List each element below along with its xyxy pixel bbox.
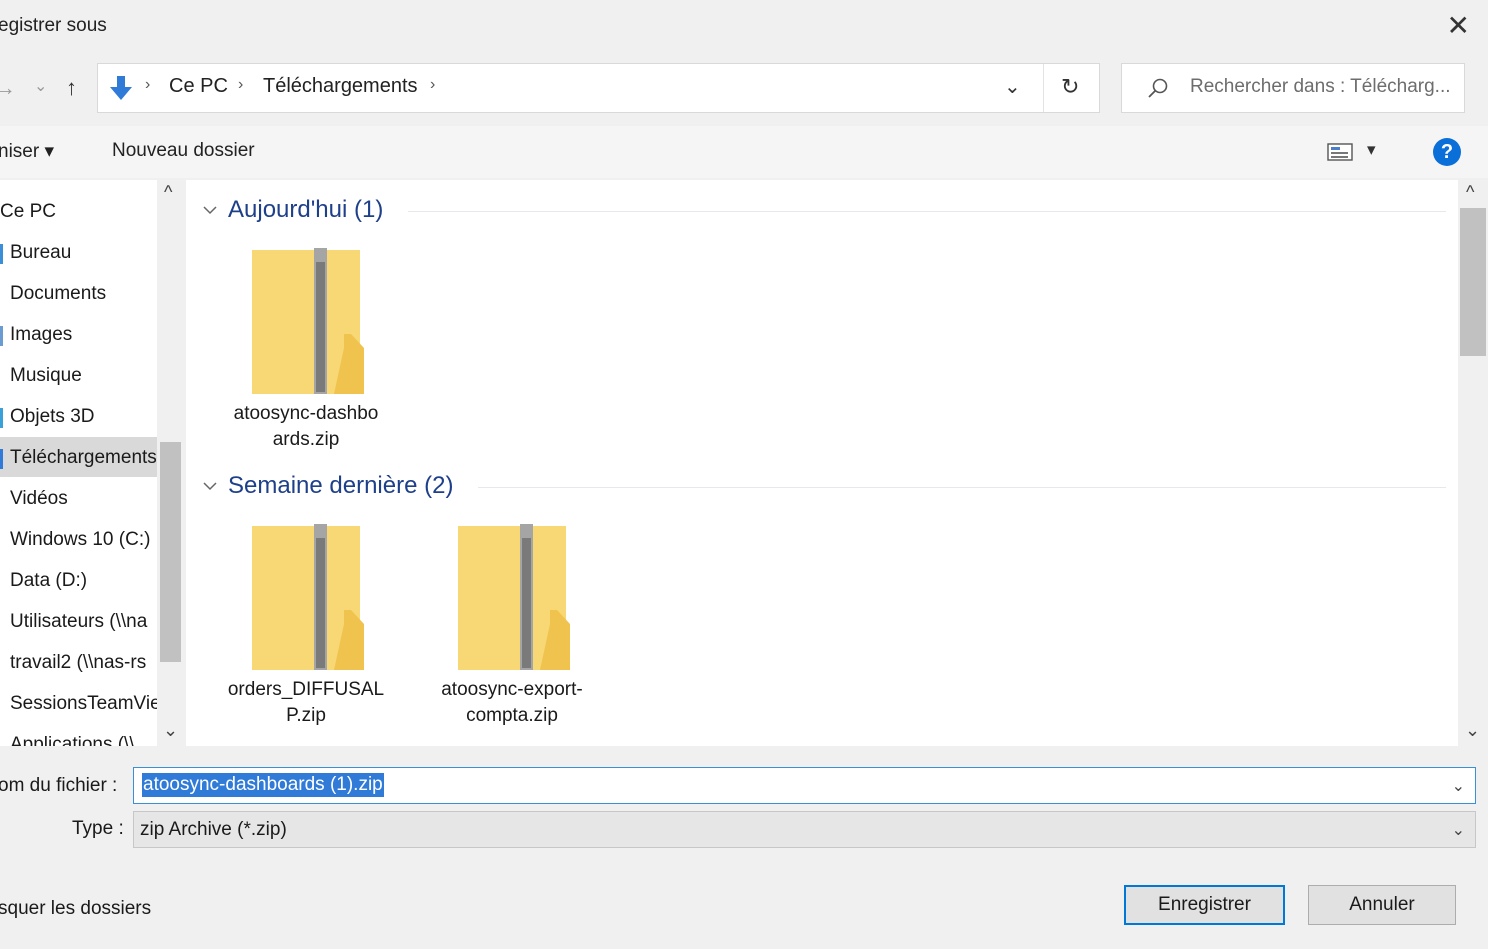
nav-item-sessionsteamviewer[interactable]: SessionsTeamVie <box>10 693 161 715</box>
nav-item-utilisateurs[interactable]: Utilisateurs (\\na <box>10 611 147 633</box>
nav-scrollbar[interactable]: ^ ⌄ <box>157 180 184 746</box>
back-button[interactable]: → <box>0 73 16 103</box>
address-dropdown-icon[interactable]: ⌄ <box>1004 74 1021 99</box>
breadcrumb-separator: › <box>145 76 151 93</box>
filename-label: om du fichier : <box>0 775 118 796</box>
save-button[interactable]: Enregistrer <box>1124 885 1285 925</box>
group-divider <box>408 211 1446 212</box>
file-list: Aujourd'hui (1) atoosync-dashbo ards.zip… <box>186 180 1458 746</box>
search-box[interactable]: Rechercher dans : Télécharg... <box>1121 63 1465 113</box>
filename-input[interactable]: atoosync-dashboards (1).zip <box>142 773 384 797</box>
breadcrumb-ce-pc[interactable]: Ce PC <box>169 75 228 98</box>
nav-item-telechargements[interactable]: Téléchargements <box>10 447 157 469</box>
help-icon[interactable]: ? <box>1433 138 1461 166</box>
breadcrumb-telechargements[interactable]: Téléchargements <box>263 75 418 98</box>
address-divider <box>1043 64 1044 112</box>
nav-item-windows-c[interactable]: Windows 10 (C:) <box>10 529 150 551</box>
nav-item-data-d[interactable]: Data (D:) <box>10 570 87 592</box>
search-icon <box>1148 78 1168 98</box>
content-scroll-down-icon[interactable]: ⌄ <box>1465 720 1480 741</box>
nav-scroll-up-icon[interactable]: ^ <box>164 182 172 203</box>
downloads-arrow-icon <box>110 76 132 100</box>
type-value: zip Archive (*.zip) <box>140 819 287 840</box>
content-scroll-up-icon[interactable]: ^ <box>1466 182 1474 203</box>
file-item[interactable]: atoosync-dashbo ards.zip <box>216 248 396 453</box>
nav-scroll-thumb[interactable] <box>160 442 181 662</box>
nav-item-videos[interactable]: Vidéos <box>10 488 68 510</box>
nav-item-musique[interactable]: Musique <box>10 365 82 387</box>
nav-item-ce-pc[interactable]: Ce PC <box>0 201 56 223</box>
images-icon <box>0 326 3 346</box>
filename-field[interactable]: atoosync-dashboards (1).zip ⌄ <box>133 767 1476 804</box>
nav-scroll-down-icon[interactable]: ⌄ <box>163 720 178 741</box>
view-options-icon[interactable] <box>1327 143 1353 161</box>
desktop-icon <box>0 244 3 264</box>
collapse-chevron-icon[interactable] <box>202 480 218 492</box>
breadcrumb-separator: › <box>238 76 244 93</box>
file-item[interactable]: atoosync-export- compta.zip <box>422 524 602 729</box>
filename-dropdown-icon[interactable]: ⌄ <box>1452 776 1465 796</box>
new-folder-button[interactable]: Nouveau dossier <box>112 140 255 162</box>
view-dropdown-icon[interactable]: ▾ <box>1367 140 1376 160</box>
group-divider <box>478 487 1446 488</box>
breadcrumb-separator: › <box>430 76 436 93</box>
nav-item-travail2[interactable]: travail2 (\\nas-rs <box>10 652 146 674</box>
command-toolbar: niser ▾ Nouveau dossier ▾ ? <box>0 126 1488 178</box>
up-button[interactable]: ↑ <box>66 73 77 103</box>
nav-item-images[interactable]: Images <box>10 324 72 346</box>
group-title-today[interactable]: Aujourd'hui (1) <box>228 196 383 224</box>
recent-dropdown-button[interactable]: ⌄ <box>34 72 47 102</box>
nav-item-bureau[interactable]: Bureau <box>10 242 71 264</box>
cancel-button[interactable]: Annuler <box>1308 885 1456 925</box>
zip-folder-icon <box>252 248 364 394</box>
group-title-last-week[interactable]: Semaine dernière (2) <box>228 472 453 500</box>
hide-folders-toggle[interactable]: squer les dossiers <box>0 898 151 920</box>
nav-item-objets-3d[interactable]: Objets 3D <box>10 406 94 428</box>
nav-item-applications[interactable]: Applications (\\ <box>10 734 135 746</box>
content-scrollbar[interactable]: ^ ⌄ <box>1458 180 1488 746</box>
zip-folder-icon <box>252 524 364 670</box>
collapse-chevron-icon[interactable] <box>202 204 218 216</box>
file-name: atoosync-export- compta.zip <box>441 679 583 726</box>
content-scroll-thumb[interactable] <box>1460 208 1486 356</box>
address-bar[interactable]: › Ce PC › Téléchargements › ⌄ ↻ <box>97 63 1100 113</box>
file-name: atoosync-dashbo ards.zip <box>233 403 379 450</box>
file-name: orders_DIFFUSAL P.zip <box>227 679 385 726</box>
close-icon[interactable]: ✕ <box>1447 10 1470 42</box>
type-label: Type : <box>72 818 124 839</box>
refresh-icon[interactable]: ↻ <box>1061 74 1079 100</box>
downloads-icon <box>0 449 3 469</box>
zip-folder-icon <box>458 524 570 670</box>
nav-item-documents[interactable]: Documents <box>10 283 106 305</box>
dialog-title: egistrer sous <box>0 15 107 36</box>
objects3d-icon <box>0 408 3 428</box>
file-item[interactable]: orders_DIFFUSAL P.zip <box>216 524 396 729</box>
type-dropdown-icon[interactable]: ⌄ <box>1452 820 1465 840</box>
search-input[interactable]: Rechercher dans : Télécharg... <box>1190 76 1451 98</box>
type-select[interactable]: zip Archive (*.zip) ⌄ <box>133 811 1476 848</box>
organize-button[interactable]: niser ▾ <box>0 140 54 163</box>
